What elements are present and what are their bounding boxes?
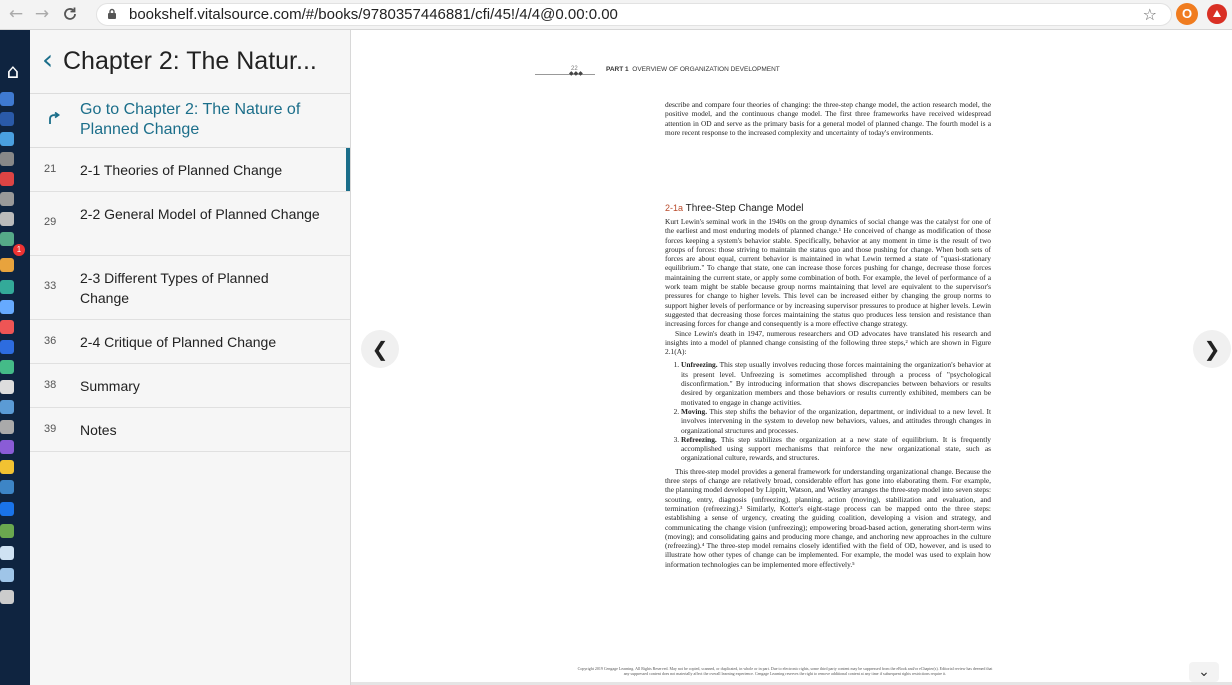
step-name: Unfreezing. — [681, 360, 718, 370]
section-body: Kurt Lewin's seminal work in the 1940s o… — [665, 217, 991, 569]
step-text: This step shifts the behavior of the org… — [681, 406, 991, 435]
app-icon[interactable] — [0, 480, 14, 494]
steps-list: Unfreezing. This step usually involves r… — [665, 360, 991, 462]
app-icon[interactable] — [0, 192, 14, 206]
app-icon[interactable] — [0, 524, 14, 538]
toc-page-number: 38 — [44, 379, 57, 391]
list-item: Moving. This step shifts the behavior of… — [681, 407, 991, 435]
extension-icon[interactable] — [1207, 4, 1227, 24]
app-icon[interactable] — [0, 340, 14, 354]
app-icon[interactable] — [0, 400, 14, 414]
app-icon[interactable] — [0, 360, 14, 374]
paragraph: Since Lewin's death in 1947, numerous re… — [665, 328, 991, 357]
goto-chapter-label: Go to Chapter 2: The Nature of Planned C… — [80, 101, 301, 138]
toc-item-2-4[interactable]: 36 2-4 Critique of Planned Change — [30, 320, 350, 364]
book-page: 22 ◆◆◆ PART 1 OVERVIEW OF ORGANIZATION D… — [535, 60, 995, 685]
toc-item-label: 2-1 Theories of Planned Change — [80, 162, 283, 178]
chevron-down-icon[interactable]: ⌄ — [1189, 662, 1219, 682]
app-icon[interactable] — [0, 380, 14, 394]
app-icon[interactable] — [0, 546, 14, 560]
app-icon[interactable] — [0, 440, 14, 454]
paragraph: Kurt Lewin's seminal work in the 1940s o… — [665, 217, 991, 329]
running-header: PART 1 OVERVIEW OF ORGANIZATION DEVELOPM… — [606, 66, 780, 73]
step-name: Moving. — [681, 406, 708, 416]
active-indicator — [346, 148, 350, 191]
chevron-left-icon[interactable]: ‹ — [42, 44, 53, 76]
header-ornament: ◆◆◆ — [569, 71, 583, 77]
app-icon[interactable] — [0, 460, 14, 474]
book-reader: ❮ ❯ 22 ◆◆◆ PART 1 OVERVIEW OF ORGANIZATI… — [351, 30, 1232, 685]
toc-item-2-3[interactable]: 33 2-3 Different Types of Planned Change — [30, 256, 350, 320]
app-icon[interactable] — [0, 258, 14, 272]
section-heading: 2-1a Three-Step Change Model — [665, 203, 803, 214]
step-text: This step usually involves reducing thos… — [681, 360, 991, 407]
next-page-button[interactable]: ❯ — [1193, 330, 1231, 368]
app-icon[interactable] — [0, 92, 14, 106]
chapter-title: Chapter 2: The Natur... — [63, 47, 317, 75]
sidebar-header: ‹ Chapter 2: The Natur... — [30, 30, 350, 94]
step-text: This step stabilizes the organization at… — [681, 434, 991, 463]
goto-arrow-icon — [47, 111, 61, 131]
bookmark-star-icon[interactable]: ☆ — [1143, 5, 1157, 24]
address-bar[interactable]: bookshelf.vitalsource.com/#/books/978035… — [96, 3, 1172, 26]
app-icon[interactable] — [0, 300, 14, 314]
reload-icon[interactable] — [60, 4, 80, 24]
forward-arrow-icon[interactable]: → — [32, 4, 52, 24]
lock-icon — [107, 8, 117, 23]
copyright-footer: Copyright 2019 Cengage Learning. All Rig… — [577, 666, 993, 676]
menu-icon[interactable] — [0, 112, 14, 126]
goto-chapter-link[interactable]: Go to Chapter 2: The Nature of Planned C… — [30, 94, 350, 148]
toc-item-label: Notes — [80, 422, 117, 438]
toc-page-number: 36 — [44, 335, 57, 347]
section-number: 2-1a — [665, 203, 684, 213]
app-icon[interactable] — [0, 232, 14, 246]
header-rule — [535, 74, 595, 75]
trash-icon[interactable] — [0, 590, 14, 604]
intro-text: describe and compare four theories of ch… — [665, 100, 991, 137]
toc-page-number: 21 — [44, 163, 57, 175]
paragraph: This three-step model provides a general… — [665, 466, 991, 569]
search-icon[interactable] — [0, 152, 14, 166]
toc-item-label: 2-3 Different Types of Planned Change — [80, 270, 269, 306]
toc-item-2-2[interactable]: 29 2-2 General Model of Planned Change — [30, 192, 350, 256]
app-icon[interactable] — [0, 212, 14, 226]
section-title: Three-Step Change Model — [685, 203, 804, 214]
notification-badge: 1 — [13, 244, 25, 256]
toc-item-2-1[interactable]: 21 2-1 Theories of Planned Change — [30, 148, 350, 192]
toc-page-number: 39 — [44, 423, 57, 435]
home-icon[interactable]: ⌂ — [0, 58, 26, 84]
app-icon[interactable] — [0, 502, 14, 516]
part-label: PART 1 — [606, 66, 629, 73]
app-icon[interactable] — [0, 280, 14, 294]
toc-item-label: Summary — [80, 378, 140, 394]
toc-item-label: 2-2 General Model of Planned Change — [80, 206, 320, 222]
app-icon[interactable] — [0, 132, 14, 146]
profile-avatar[interactable]: O — [1176, 3, 1198, 25]
part-title: OVERVIEW OF ORGANIZATION DEVELOPMENT — [632, 66, 780, 73]
toc-page-number: 33 — [44, 280, 57, 292]
list-item: Unfreezing. This step usually involves r… — [681, 360, 991, 406]
toc-item-summary[interactable]: 38 Summary — [30, 364, 350, 408]
app-icon[interactable] — [0, 568, 14, 582]
url-text: bookshelf.vitalsource.com/#/books/978035… — [129, 6, 618, 23]
step-name: Refreezing. — [681, 434, 717, 444]
browser-toolbar: ← → bookshelf.vitalsource.com/#/books/97… — [0, 0, 1232, 30]
app-icon[interactable] — [0, 420, 14, 434]
prev-page-button[interactable]: ❮ — [361, 330, 399, 368]
toc-page-number: 29 — [44, 216, 57, 228]
toc-sidebar: ‹ Chapter 2: The Natur... Go to Chapter … — [30, 30, 351, 685]
app-icon[interactable] — [0, 320, 14, 334]
toc-item-label: 2-4 Critique of Planned Change — [80, 334, 277, 350]
app-icon[interactable] — [0, 172, 14, 186]
desktop-dock: ⌂ 1 — [0, 30, 30, 685]
intro-paragraph: describe and compare four theories of ch… — [665, 100, 991, 137]
back-arrow-icon[interactable]: ← — [6, 4, 26, 24]
toc-item-notes[interactable]: 39 Notes — [30, 408, 350, 452]
list-item: Refreezing. This step stabilizes the org… — [681, 435, 991, 463]
